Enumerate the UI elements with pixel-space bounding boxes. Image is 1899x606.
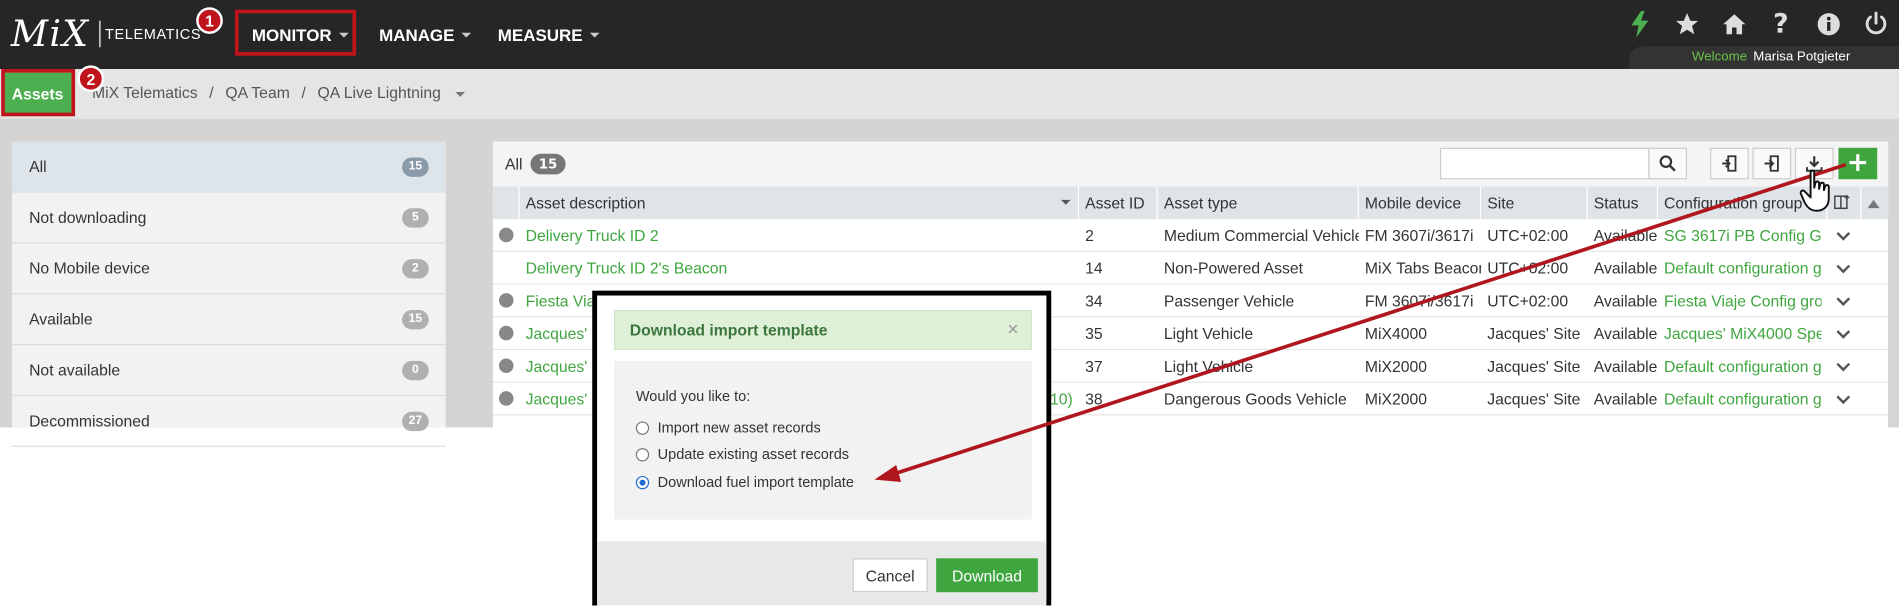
arrow-line xyxy=(890,162,1847,477)
annotation-arrow xyxy=(874,162,1847,483)
screenshot-stage: MiX TELEMATICS MONITOR MANAGE MEASURE ? xyxy=(0,0,1899,606)
hand-cursor-icon xyxy=(1799,169,1830,212)
arrowhead xyxy=(874,465,902,483)
